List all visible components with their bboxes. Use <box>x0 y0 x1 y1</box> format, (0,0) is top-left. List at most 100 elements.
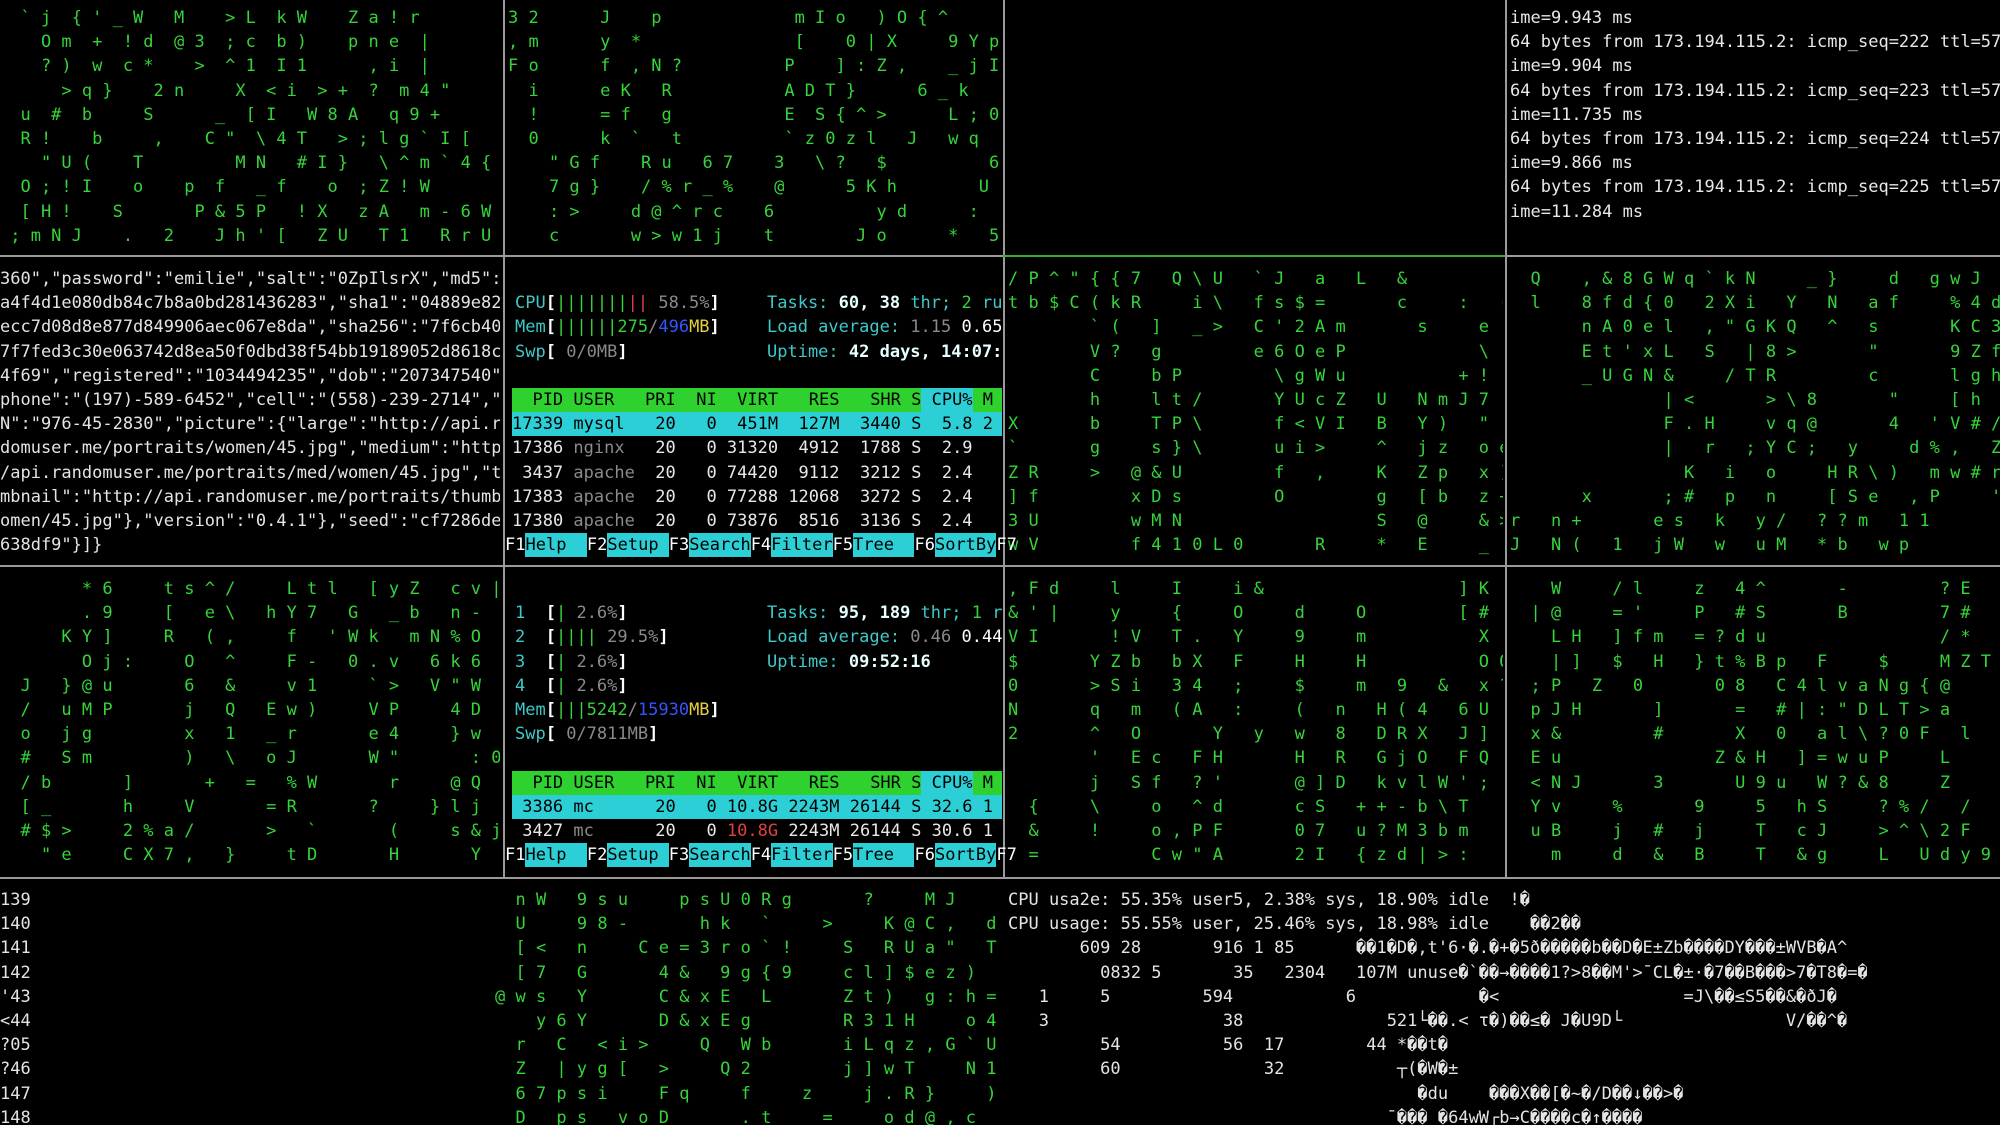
column-header-virt[interactable]: VIRT <box>717 388 778 412</box>
process-mem: 1 <box>982 796 994 817</box>
fkey-f5[interactable]: F5 <box>833 845 853 865</box>
fkey-tree-button[interactable]: Tree <box>853 533 915 558</box>
fkey-setup-button[interactable]: Setup <box>607 533 669 558</box>
fkey-help-button[interactable]: Help <box>525 843 587 868</box>
meter-bracket-close: ] <box>617 603 628 624</box>
column-header-pri[interactable]: PRI <box>635 388 676 412</box>
text-line: y 6 Y D & x E g R 3 1 H o 4 <box>495 1010 997 1031</box>
process-pri: 20 <box>655 438 676 459</box>
meter-bracket-close: ] <box>648 724 659 745</box>
column-header-res[interactable]: RES <box>778 388 840 412</box>
text-line: [ H ! S P & 5 P ! X z A m - 6 W <box>0 201 492 222</box>
meter-bracket-open: [ <box>545 651 556 672</box>
column-header-m[interactable]: M <box>973 388 993 412</box>
fkey-search-button[interactable]: Search <box>689 843 751 868</box>
fkey-sortby-button[interactable]: SortBy <box>934 533 997 558</box>
uptime-label: Uptime: <box>767 651 849 672</box>
process-table-header[interactable]: PID USER PRI NI VIRT RES SHR S CPU% M <box>512 388 1002 413</box>
column-header-pid[interactable]: PID <box>512 771 563 795</box>
process-virt: 77288 <box>726 486 779 507</box>
process-ni: 0 <box>706 486 717 507</box>
text-line: ' E c F H H R G j O F Q f G <box>1008 748 1503 769</box>
process-shr: 3440 <box>859 414 901 435</box>
fkey-f4[interactable]: F4 <box>751 535 771 555</box>
text-line: 147 <box>0 1083 31 1104</box>
htop-panel-server[interactable]: CPU[||||||||| 58.5%] Mem[||||||275/496MB]… <box>505 267 1017 563</box>
text-line: ` g s } \ u i > ^ j z o e <box>1008 438 1503 459</box>
text-line: '43 <box>0 986 31 1007</box>
fkey-tree-button[interactable]: Tree <box>853 843 915 868</box>
column-header-shr[interactable]: SHR <box>840 388 901 412</box>
fkey-f7[interactable]: F7 <box>996 845 1016 865</box>
column-header-cpu-pct[interactable]: CPU% <box>921 770 973 795</box>
text-line: O ; ! I o p f _ f o ; Z ! W <box>0 177 430 198</box>
process-row[interactable]: 17383 apache 20 0 77288 12068 3272 S 2.4 <box>512 485 1002 509</box>
column-header-user[interactable]: USER <box>563 771 635 795</box>
fkey-f6[interactable]: F6 <box>914 845 934 865</box>
column-header-pri[interactable]: PRI <box>635 771 676 795</box>
meter-bracket-close: ] <box>709 700 720 720</box>
text-line: 1 5 594 6 �< =J\��≤S5��&�ðJ� <box>1008 986 1838 1007</box>
column-header-virt[interactable]: VIRT <box>717 771 778 795</box>
text-line: _ U G N & / T R c l g h <box>1510 365 2000 386</box>
meter-mem: Mem[|||5242/15930MB] <box>515 698 720 722</box>
text-line: E u Z & H ] = w u P L <box>1510 748 1951 769</box>
text-line: [ < n C e = 3 r o ` ! S R U a " T <box>495 938 997 959</box>
meter-1: 1 [| 2.6%] <box>515 601 628 625</box>
process-table-header[interactable]: PID USER PRI NI VIRT RES SHR S CPU% M <box>512 770 1002 795</box>
fkey-f2[interactable]: F2 <box>587 535 607 555</box>
fkey-setup-button[interactable]: Setup <box>607 843 669 868</box>
column-header-shr[interactable]: SHR <box>840 771 901 795</box>
fkey-f4[interactable]: F4 <box>751 845 771 865</box>
fkey-f2[interactable]: F2 <box>587 845 607 865</box>
process-row[interactable]: 3386 mc 20 0 10.8G 2243M 26144 S 32.6 1 <box>512 794 1002 819</box>
meter-fill-bar: | <box>555 651 567 672</box>
column-header-res[interactable]: RES <box>778 771 840 795</box>
column-header-user[interactable]: USER <box>563 388 635 412</box>
process-row[interactable]: 3437 apache 20 0 74420 9112 3212 S 2.4 <box>512 461 1002 485</box>
fkey-filter-button[interactable]: Filter <box>771 533 833 558</box>
uptime-label: Uptime: <box>767 341 849 362</box>
text-line: r C < i > Q W b i L q z , G ` U v <box>495 1035 1003 1056</box>
htop-panel-workstation[interactable]: 1 [| 2.6%] 2 [|||| 29.5%] 3 [| 2.6%] 4 [| 2.6%]… <box>505 577 1017 875</box>
meter-4: 4 [| 2.6%] <box>515 674 628 698</box>
process-cpu: 2.4 <box>941 486 973 507</box>
process-res: 127M <box>798 414 840 435</box>
process-row[interactable]: 17380 apache 20 0 73876 8516 3136 S 2.4 <box>512 509 1002 533</box>
process-user: mc <box>573 821 594 841</box>
text-line: u # b S _ [ I W 8 A q 9 + <box>0 104 441 125</box>
fkey-f3[interactable]: F3 <box>669 845 689 865</box>
text-line: 638df9"}]} <box>0 535 103 556</box>
column-header-s[interactable]: S <box>901 771 921 795</box>
process-shr: 1788 <box>859 438 901 459</box>
process-row[interactable]: 3427 mc 20 0 10.8G 2243M 26144 S 30.6 1 <box>512 819 1002 843</box>
column-header-m[interactable]: M <box>973 771 993 795</box>
column-header-cpu-pct[interactable]: CPU% <box>921 388 973 413</box>
fkey-f5[interactable]: F5 <box>833 535 853 555</box>
process-row[interactable]: 17339 mysql 20 0 451M 127M 3440 S 5.8 2 <box>512 412 1002 437</box>
fkey-f6[interactable]: F6 <box>914 535 934 555</box>
column-header-pid[interactable]: PID <box>512 388 563 412</box>
meter-padding <box>566 652 576 672</box>
text-line: ecc7d08d8e877d849906aec067e8da","sha256"… <box>0 317 500 338</box>
column-header-s[interactable]: S <box>901 388 921 412</box>
fkey-f1[interactable]: F1 <box>505 535 525 555</box>
fkey-filter-button[interactable]: Filter <box>771 843 833 868</box>
column-header-ni[interactable]: NI <box>676 388 716 412</box>
fkey-help-button[interactable]: Help <box>525 533 587 558</box>
process-mem: 1 <box>982 821 994 841</box>
meter-label: Mem <box>515 700 546 720</box>
fkey-f1[interactable]: F1 <box>505 845 525 865</box>
process-shr: 26144 <box>849 821 901 841</box>
column-header-ni[interactable]: NI <box>676 771 716 795</box>
text-line: p J H ] = # | : " D L T > a <box>1510 699 1951 720</box>
fkey-sortby-button[interactable]: SortBy <box>934 843 997 868</box>
process-cpu: 2.9 <box>941 438 973 459</box>
text-line: / P ^ " { { 7 Q \ U ` J a L & <box>1008 269 1408 289</box>
process-row[interactable]: 17386 nginx 20 0 31320 4912 1788 S 2.9 <box>512 436 1002 460</box>
fkey-f7[interactable]: F7 <box>996 535 1016 555</box>
fkey-f3[interactable]: F3 <box>669 535 689 555</box>
matrix-rain-pane: * 6 t s ^ / L t l [ y Z c v | . 9 [ e \ … <box>0 577 500 875</box>
fkey-search-button[interactable]: Search <box>689 533 751 558</box>
text-line: 64 bytes from 173.194.115.2: icmp_seq=22… <box>1510 177 2000 198</box>
